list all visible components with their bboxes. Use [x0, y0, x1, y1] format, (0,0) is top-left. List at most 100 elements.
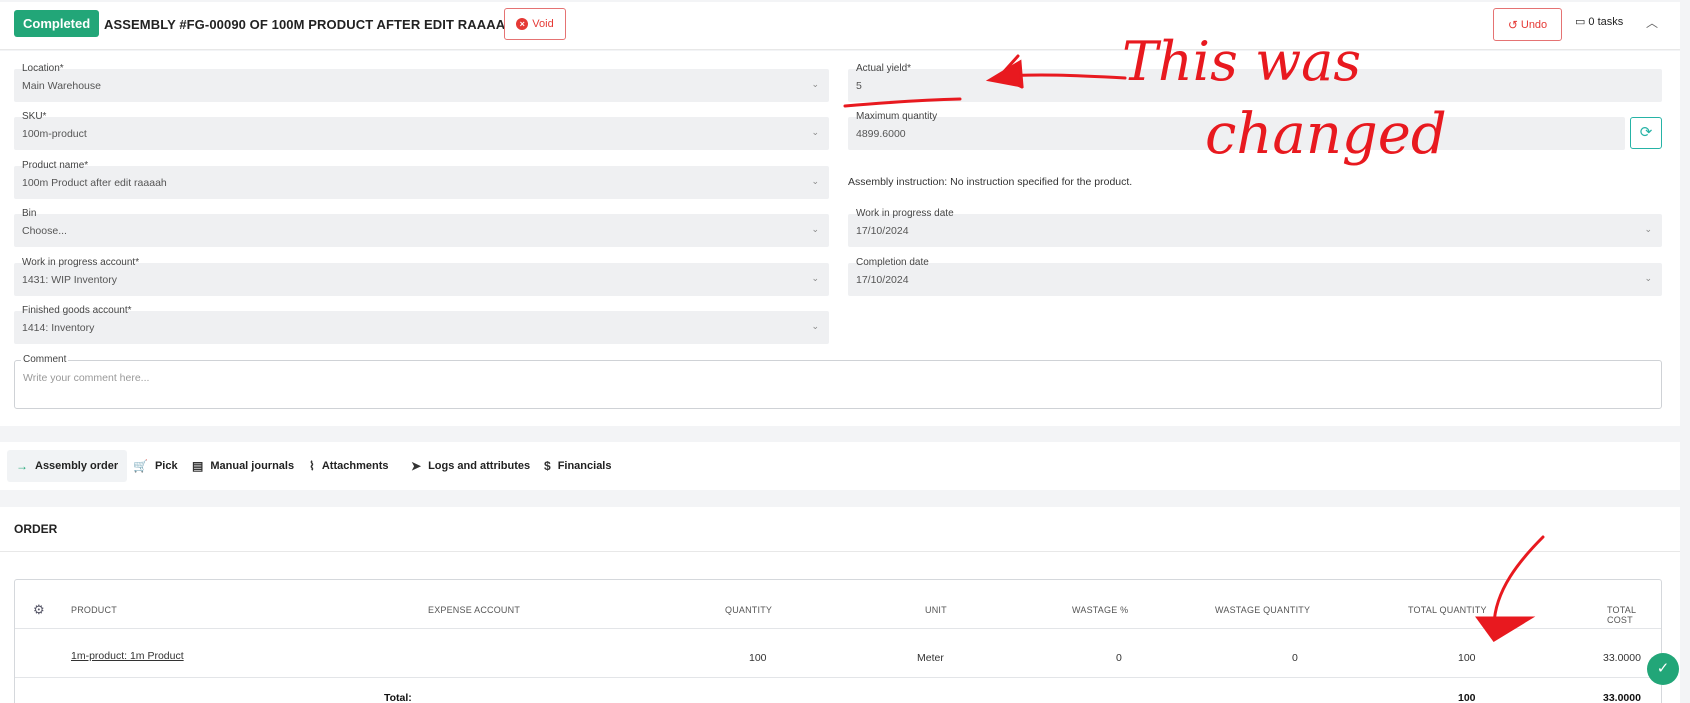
wastage-qty-cell: 0	[1292, 652, 1298, 664]
tab-label: Attachments	[321, 460, 389, 472]
bin-select[interactable]: Bin Choose... ⌄	[14, 208, 829, 247]
sku-value: 100m-product	[22, 128, 87, 140]
wip-date-value: 17/10/2024	[856, 225, 909, 237]
chevron-down-icon: ⌄	[811, 79, 819, 89]
column-header-quantity: QUANTITY	[725, 605, 773, 615]
close-circle-icon: ×	[516, 18, 529, 30]
tag-icon: ➤	[411, 459, 422, 473]
void-label: Void	[532, 18, 554, 30]
wip-account-label: Work in progress account*	[22, 257, 140, 268]
comment-placeholder: Write your comment here...	[23, 372, 150, 384]
row-divider	[15, 677, 1661, 678]
void-button[interactable]: × Void	[504, 8, 566, 40]
chevron-down-icon: ⌄	[1644, 224, 1652, 234]
tab-label: Assembly order	[35, 460, 119, 472]
bin-label: Bin	[22, 208, 37, 219]
order-title: ORDER	[14, 522, 58, 536]
completion-date-label: Completion date	[856, 257, 929, 268]
total-cost: 33.0000	[1603, 692, 1641, 703]
row-divider	[15, 628, 1661, 629]
order-section: ORDER ⚙ PRODUCT EXPENSE ACCOUNT QUANTITY…	[0, 507, 1680, 703]
tab-manual-journals[interactable]: ▤ Manual journals	[183, 450, 303, 482]
tab-financials[interactable]: $ Financials	[535, 450, 620, 482]
column-header-wastage-quantity: WASTAGE QUANTITY	[1215, 605, 1311, 615]
completion-date-field[interactable]: Completion date 17/10/2024 ⌄	[848, 257, 1662, 296]
column-header-product: PRODUCT	[71, 605, 117, 615]
column-header-wastage-pct: WASTAGE %	[1072, 605, 1129, 615]
tab-logs-and-attributes[interactable]: ➤ Logs and attributes	[402, 450, 539, 482]
gear-icon[interactable]: ⚙	[33, 602, 45, 618]
total-qty: 100	[1458, 692, 1476, 703]
wastage-pct-cell: 0	[1116, 652, 1122, 664]
finished-goods-account-value: 1414: Inventory	[22, 322, 95, 334]
column-header-total-cost: TOTAL COST	[1607, 605, 1636, 625]
product-name-select[interactable]: Product name* 100m Product after edit ra…	[14, 160, 829, 199]
chevron-down-icon: ⌄	[1644, 273, 1652, 283]
location-value: Main Warehouse	[22, 80, 101, 92]
sku-select[interactable]: SKU* 100m-product ⌄	[14, 111, 829, 150]
actual-yield-label: Actual yield*	[856, 63, 912, 74]
unit-cell: Meter	[917, 652, 944, 664]
column-header-expense-account: EXPENSE ACCOUNT	[428, 605, 521, 615]
bin-value: Choose...	[22, 225, 67, 237]
divider	[0, 551, 1680, 552]
total-label: Total:	[384, 692, 412, 703]
check-icon: ✓	[1656, 660, 1670, 677]
quantity-cell: 100	[749, 652, 767, 664]
calendar-icon: ▭	[1575, 16, 1586, 28]
maximum-quantity-value: 4899.6000	[856, 128, 906, 140]
location-label: Location*	[22, 63, 64, 74]
cart-icon: 🛒	[133, 459, 148, 473]
column-header-total-quantity: TOTAL QUANTITY	[1408, 605, 1487, 615]
chevron-down-icon: ⌄	[811, 176, 819, 186]
chevron-up-icon[interactable]: ︿	[1646, 14, 1658, 31]
total-cost-cell: 33.0000	[1603, 652, 1641, 664]
maximum-quantity-label: Maximum quantity	[856, 111, 938, 122]
chevron-down-icon: ⌄	[811, 127, 819, 137]
wip-date-label: Work in progress date	[856, 208, 954, 219]
check-fab-button[interactable]: ✓	[1647, 653, 1679, 685]
journal-icon: ▤	[192, 459, 204, 473]
dollar-icon: $	[544, 459, 551, 473]
order-table: ⚙ PRODUCT EXPENSE ACCOUNT QUANTITY UNIT …	[14, 579, 1662, 703]
comment-field[interactable]: Comment Write your comment here...	[14, 354, 1662, 409]
product-name-label: Product name*	[22, 160, 89, 171]
arrow-right-icon: →	[16, 459, 28, 473]
column-header-unit: UNIT	[925, 605, 947, 615]
chevron-down-icon: ⌄	[811, 273, 819, 283]
undo-label: Undo	[1520, 18, 1548, 31]
tab-label: Pick	[154, 460, 178, 472]
actual-yield-field[interactable]: Actual yield* 5	[848, 63, 1662, 102]
page-title: ASSEMBLY #FG-00090 OF 100M PRODUCT AFTER…	[104, 17, 515, 32]
refresh-icon: ⟳	[1639, 124, 1653, 141]
assembly-instruction: Assembly instruction: No instruction spe…	[848, 176, 1133, 188]
completion-date-value: 17/10/2024	[856, 274, 909, 286]
tab-pick[interactable]: 🛒 Pick	[124, 450, 187, 482]
wip-account-value: 1431: WIP Inventory	[22, 274, 117, 286]
wip-date-field[interactable]: Work in progress date 17/10/2024 ⌄	[848, 208, 1662, 247]
maximum-quantity-field: Maximum quantity 4899.6000	[848, 111, 1625, 150]
page-header: Completed ASSEMBLY #FG-00090 OF 100M PRO…	[0, 2, 1680, 50]
comment-label: Comment	[21, 354, 69, 365]
product-name-value: 100m Product after edit raaaah	[22, 177, 167, 189]
tab-attachments[interactable]: ⌇ Attachments	[300, 450, 397, 482]
paperclip-icon: ⌇	[309, 459, 315, 473]
tab-label: Financials	[557, 460, 612, 472]
product-link[interactable]: 1m-product: 1m Product	[71, 650, 184, 662]
tab-assembly-order[interactable]: → Assembly order	[7, 450, 128, 482]
tasks-button[interactable]: ▭ 0 tasks	[1575, 15, 1623, 29]
sku-label: SKU*	[22, 111, 47, 122]
refresh-button[interactable]: ⟳	[1630, 117, 1662, 149]
finished-goods-account-label: Finished goods account*	[22, 305, 132, 316]
chevron-down-icon: ⌄	[811, 321, 819, 331]
wip-account-select[interactable]: Work in progress account* 1431: WIP Inve…	[14, 257, 829, 296]
status-badge: Completed	[14, 10, 100, 37]
undo-icon: ↺	[1507, 17, 1518, 32]
location-select[interactable]: Location* Main Warehouse ⌄	[14, 63, 829, 102]
total-qty-cell: 100	[1458, 652, 1476, 664]
undo-button[interactable]: ↺ Undo	[1493, 8, 1562, 41]
tab-label: Manual journals	[210, 460, 295, 472]
actual-yield-value: 5	[856, 80, 862, 92]
finished-goods-account-select[interactable]: Finished goods account* 1414: Inventory …	[14, 305, 829, 344]
tab-label: Logs and attributes	[428, 460, 531, 472]
